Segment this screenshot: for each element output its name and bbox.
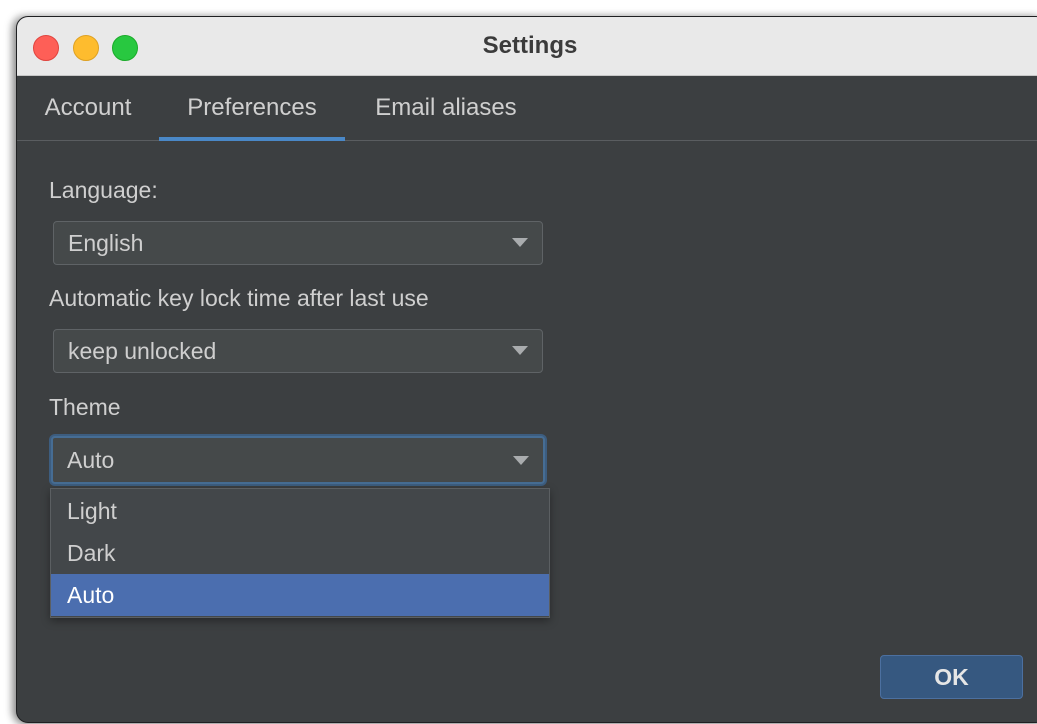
- key-lock-select-value: keep unlocked: [68, 338, 217, 364]
- tab-bar: Account Preferences Email aliases: [17, 76, 1037, 141]
- theme-dropdown-list: Light Dark Auto: [50, 488, 550, 618]
- tab-email-aliases[interactable]: Email aliases: [353, 76, 539, 140]
- theme-select-value: Auto: [67, 447, 115, 473]
- theme-option-label: Dark: [67, 540, 116, 566]
- tab-account[interactable]: Account: [27, 76, 149, 140]
- language-select[interactable]: English: [53, 221, 543, 265]
- theme-option-dark[interactable]: Dark: [51, 532, 549, 574]
- chevron-down-icon: [512, 346, 528, 355]
- chevron-down-icon: [513, 456, 529, 465]
- theme-option-label: Light: [67, 498, 117, 524]
- theme-option-auto[interactable]: Auto: [51, 574, 549, 616]
- settings-window: Settings Account Preferences Email alias…: [16, 16, 1037, 723]
- theme-option-light[interactable]: Light: [51, 490, 549, 532]
- chevron-down-icon: [512, 238, 528, 247]
- key-lock-label: Automatic key lock time after last use: [49, 285, 429, 311]
- theme-select[interactable]: Auto: [51, 436, 545, 484]
- key-lock-select[interactable]: keep unlocked: [53, 329, 543, 373]
- title-bar: Settings: [17, 17, 1037, 76]
- ok-button[interactable]: OK: [880, 655, 1023, 699]
- theme-label: Theme: [49, 394, 121, 420]
- tab-preferences[interactable]: Preferences: [159, 76, 345, 141]
- language-label: Language:: [49, 177, 158, 203]
- language-select-value: English: [68, 230, 144, 256]
- theme-option-label: Auto: [67, 582, 115, 608]
- window-title: Settings: [482, 32, 578, 59]
